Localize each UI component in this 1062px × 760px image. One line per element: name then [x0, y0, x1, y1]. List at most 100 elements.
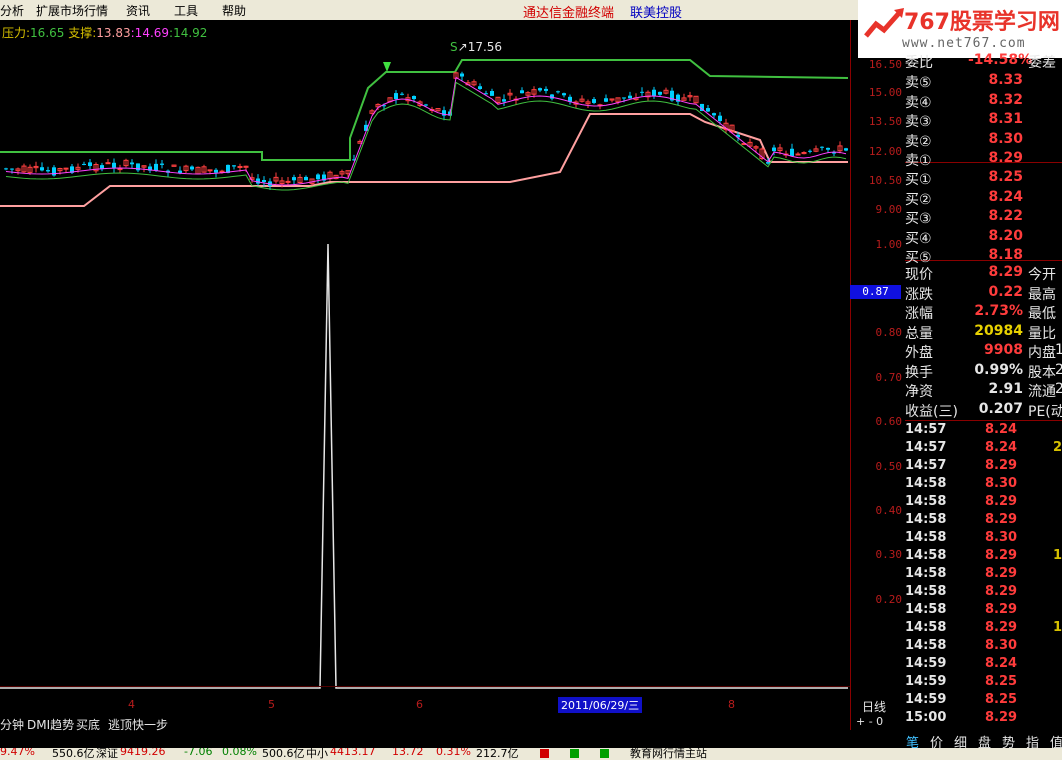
candle-body	[562, 93, 566, 96]
row-value: 8.31	[988, 111, 1023, 127]
stat-row: 换手 0.99% 股本2.	[905, 361, 1062, 381]
tick-price: 8.25	[985, 674, 1018, 689]
candle-body	[412, 95, 416, 100]
menu-analysis[interactable]: 分析	[0, 2, 24, 19]
candle-body	[237, 165, 243, 168]
pressure-label: 压力:	[2, 26, 31, 40]
menu-help[interactable]: 帮助	[222, 2, 246, 19]
period-label[interactable]: 日线	[862, 698, 886, 715]
tab-escape-top[interactable]: 逃顶快一步	[108, 716, 168, 733]
price-axis-label: 0.40	[875, 504, 903, 517]
candle-body	[105, 162, 111, 165]
tick-time: 15:00	[905, 710, 947, 725]
row-label-2: 今开	[1028, 267, 1056, 283]
row-label-2: 最低	[1028, 306, 1056, 322]
candle-body	[285, 180, 291, 183]
tick-time: 14:59	[905, 692, 947, 707]
promo-stock[interactable]: 联美控股	[630, 2, 682, 21]
stat-row: 涨幅 2.73% 最低	[905, 303, 1062, 322]
tab-minute[interactable]: 分钟	[0, 716, 24, 733]
zoom-controls[interactable]: + - 0	[856, 715, 883, 728]
x-tick: 4	[128, 698, 135, 711]
row-label: 买④	[905, 230, 932, 247]
row-value: 8.30	[988, 130, 1023, 147]
row-value: 2.73%	[974, 303, 1023, 319]
current-value-badge: 0.87	[850, 285, 901, 299]
selected-date: 2011/06/29/三	[558, 697, 643, 713]
bid-row: 买① 8.25	[905, 169, 1062, 188]
row-value: 0.22	[988, 283, 1023, 300]
row-value: 8.18	[988, 247, 1023, 263]
candle-body	[772, 147, 776, 152]
candle-body	[160, 163, 164, 165]
status-change: -7.06	[184, 748, 213, 758]
menu-tools[interactable]: 工具	[174, 2, 198, 19]
row-label-2: 量比	[1028, 325, 1056, 342]
tab-buy-bottom[interactable]: 买底	[76, 716, 100, 733]
ask-row: 卖① 8.29	[905, 150, 1062, 169]
status-index-name-2: 中小	[306, 748, 328, 760]
candle-body	[10, 168, 14, 170]
tick-price: 8.29	[985, 584, 1018, 599]
tick-price: 8.24	[985, 422, 1018, 437]
sell-marker-icon: S	[450, 40, 458, 54]
price-axis-label: 13.50	[868, 115, 902, 128]
candle-body	[490, 91, 494, 96]
status-indicator-icon	[600, 749, 609, 758]
candle-body	[712, 113, 716, 116]
candle-body	[808, 150, 812, 152]
status-server: 教育网行情主站	[630, 748, 707, 760]
support-label: 支撑:	[68, 26, 97, 40]
chart-svg	[0, 59, 849, 689]
x-tick: 6	[416, 698, 423, 711]
candle-body	[544, 88, 548, 91]
candle-body	[502, 99, 506, 102]
quote-tabs: 笔价细盘势指值	[850, 730, 1062, 751]
row-value: 2.91	[988, 381, 1023, 397]
tick-row: 14:58 8.29	[905, 602, 1062, 620]
row-label: 卖②	[905, 133, 932, 150]
menu-news[interactable]: 资讯	[126, 2, 150, 19]
status-pct: 9.47%	[0, 748, 35, 758]
ask-row: 卖④ 8.32	[905, 92, 1062, 111]
tick-price: 8.29	[985, 512, 1018, 527]
chart-arrow-icon	[864, 8, 904, 38]
row-extra: 1	[1055, 342, 1062, 358]
tick-price: 8.24	[985, 656, 1018, 671]
row-label-2: 最高	[1028, 286, 1056, 303]
row-value: 0.99%	[974, 361, 1023, 378]
candle-body	[718, 115, 722, 122]
row-value: 9908	[984, 342, 1023, 358]
price-axis-label: 1.00	[875, 238, 903, 251]
tick-price: 8.29	[985, 710, 1018, 725]
tick-price: 8.29	[985, 458, 1018, 473]
tick-row: 14:59 8.25	[905, 692, 1062, 710]
row-extra: 2.	[1055, 361, 1062, 378]
tick-row: 14:58 8.29 10	[905, 548, 1062, 566]
menu-extended-market[interactable]: 扩展市场行情	[36, 2, 108, 19]
tick-row: 14:58 8.29	[905, 566, 1062, 584]
support-value: 13.83	[96, 26, 131, 40]
promo-terminal[interactable]: 通达信金融终端	[523, 2, 614, 21]
stat-row: 收益(三) 0.207 PE(动)	[905, 401, 1062, 420]
tick-time: 14:58	[905, 494, 947, 509]
candle-body	[154, 163, 158, 171]
tab-dmi[interactable]: DMI趋势	[27, 716, 74, 733]
ma-value-1: :14.69	[130, 26, 170, 40]
tick-time: 14:58	[905, 512, 947, 527]
tick-time: 14:58	[905, 620, 947, 635]
stat-row: 净资 2.91 流通2.	[905, 381, 1062, 400]
candle-body	[130, 162, 134, 165]
status-change-2: 13.72	[392, 748, 424, 758]
candle-body	[262, 180, 266, 183]
kline-chart[interactable]: 压力:16.65 支撑:13.83:14.69:14.92 S↗17.56 4 …	[0, 20, 850, 715]
tick-volume: 11	[1053, 620, 1062, 635]
row-label-2: 内盘	[1028, 345, 1056, 361]
resistance-line	[0, 59, 849, 161]
candle-body	[844, 148, 848, 151]
tick-time: 14:58	[905, 476, 947, 491]
candle-body	[63, 167, 69, 170]
tick-price: 8.25	[985, 692, 1018, 707]
candle-body	[190, 166, 194, 170]
candle-body	[706, 108, 710, 112]
